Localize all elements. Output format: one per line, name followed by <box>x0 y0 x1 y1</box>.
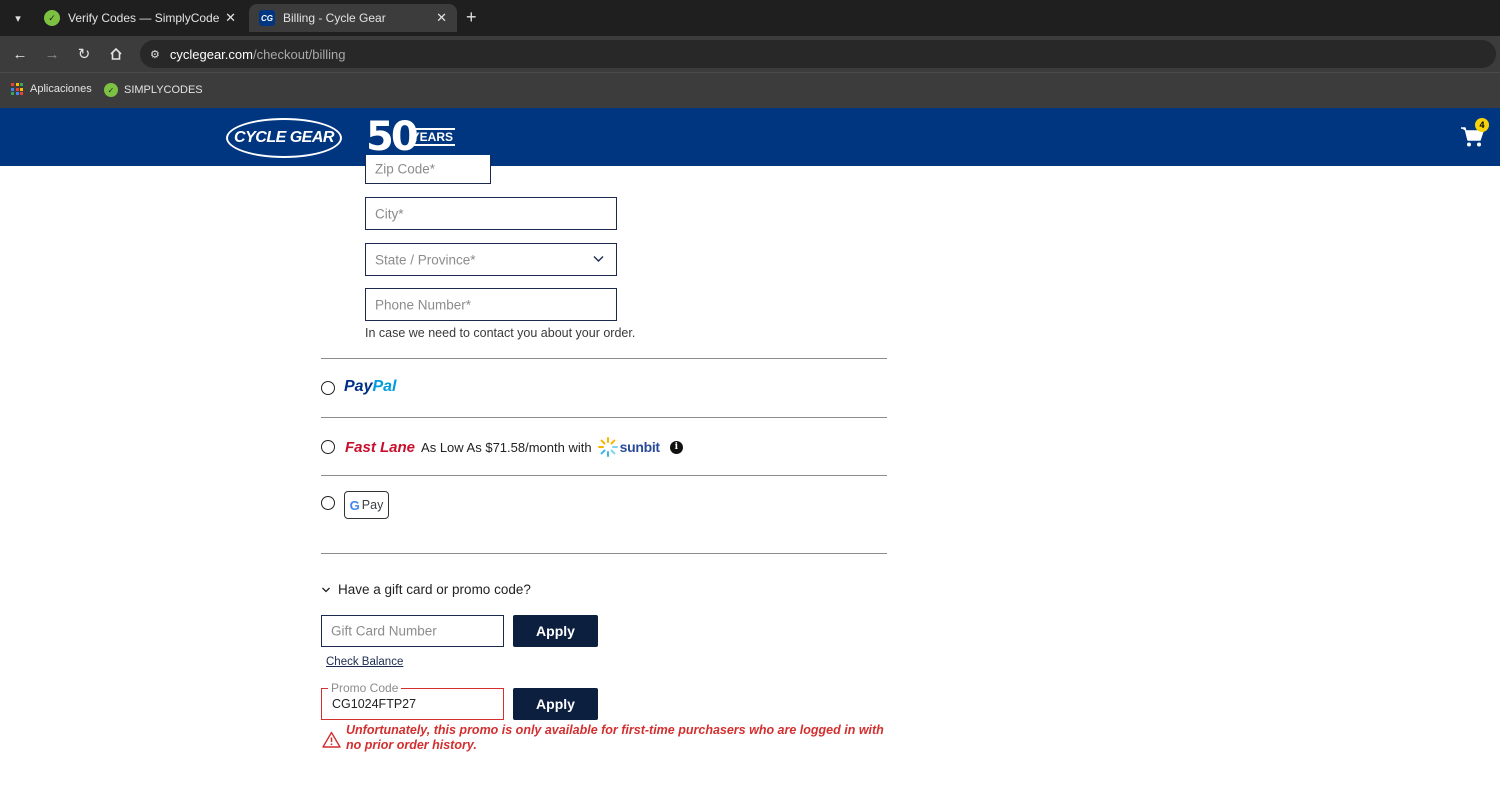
phone-number-field[interactable]: Phone Number* <box>365 288 617 321</box>
reload-icon[interactable]: ↻ <box>74 44 94 64</box>
simplycodes-icon: ✓ <box>104 83 118 97</box>
promo-code-label: Promo Code <box>328 681 402 695</box>
warning-icon <box>322 731 341 748</box>
gift-card-apply-button[interactable]: Apply <box>513 615 598 647</box>
zip-code-field[interactable]: Zip Code* <box>365 155 491 184</box>
site-settings-icon[interactable]: ⚙ <box>150 48 160 61</box>
divider <box>321 417 887 418</box>
divider <box>321 553 887 554</box>
address-bar[interactable]: ⚙ cyclegear.com/checkout/billing <box>140 40 1496 68</box>
info-icon[interactable]: i <box>669 440 683 454</box>
new-tab-plus-icon[interactable]: + <box>466 8 477 26</box>
tab-search-chevron-icon[interactable]: ▾ <box>8 8 28 28</box>
bookmarks-bar: Aplicaciones ✓ SIMPLYCODES <box>0 72 1500 108</box>
state-province-select[interactable]: State / Province* <box>365 243 617 276</box>
tab-simplycodes[interactable]: ✓ Verify Codes — SimplyCodes ✕ <box>34 4 246 32</box>
logo-text: CYCLE GEAR <box>234 129 334 146</box>
financing-text: As Low As $71.58/month with <box>421 439 592 455</box>
zip-placeholder: Zip Code* <box>375 161 436 177</box>
tab-title: Verify Codes — SimplyCodes <box>68 11 220 25</box>
divider <box>321 475 887 476</box>
promo-error-message: Unfortunately, this promo is only availa… <box>346 723 884 752</box>
tab-title: Billing - Cycle Gear <box>283 11 386 25</box>
tab-billing[interactable]: CG Billing - Cycle Gear ✕ <box>249 4 457 32</box>
close-icon[interactable]: ✕ <box>225 10 236 26</box>
gift-promo-toggle-label: Have a gift card or promo code? <box>338 582 531 597</box>
chevron-down-icon <box>322 587 330 592</box>
google-g-icon: G <box>349 497 360 513</box>
url-path: /checkout/billing <box>252 46 346 62</box>
apps-grid-icon <box>11 83 23 95</box>
anniversary-number: 50 <box>366 114 419 160</box>
phone-helper-text: In case we need to contact you about you… <box>365 326 636 340</box>
site-header: CYCLE GEAR 50 YEARS <box>0 108 1500 166</box>
paypal-logo[interactable]: PayPal <box>344 378 396 396</box>
paypal-pay: Pay <box>344 378 373 395</box>
forward-arrow-icon[interactable]: → <box>42 44 62 64</box>
browser-toolbar: ← → ↻ ⚙ cyclegear.com/checkout/billing <box>0 36 1500 72</box>
divider <box>321 358 887 359</box>
anniversary-word: YEARS <box>409 128 456 146</box>
fast-lane-option[interactable]: Fast Lane As Low As $71.58/month with su… <box>345 437 683 457</box>
close-icon[interactable]: ✕ <box>436 10 447 26</box>
cyclegear-icon: CG <box>259 10 275 26</box>
fifty-years-logo: 50 YEARS <box>366 114 456 160</box>
bookmark-label: SIMPLYCODES <box>124 84 203 96</box>
home-icon[interactable] <box>106 44 126 64</box>
browser-tab-bar: ▾ ✓ Verify Codes — SimplyCodes ✕ CG Bill… <box>0 0 1500 36</box>
fast-lane-label: Fast Lane <box>345 438 416 456</box>
bookmark-simplycodes[interactable]: ✓ SIMPLYCODES <box>104 83 203 97</box>
url-host: cyclegear.com <box>169 46 253 62</box>
sunbit-sun-icon <box>597 437 618 457</box>
state-placeholder: State / Province* <box>375 252 476 267</box>
bookmark-label: Aplicaciones <box>30 83 92 95</box>
city-placeholder: City* <box>375 206 404 221</box>
sunbit-text: sunbit <box>619 439 661 455</box>
cart-count-badge: 4 <box>1475 118 1489 132</box>
check-balance-link[interactable]: Check Balance <box>326 656 403 668</box>
cycle-gear-logo[interactable]: CYCLE GEAR <box>226 118 342 158</box>
phone-placeholder: Phone Number* <box>375 297 472 312</box>
simplycodes-icon: ✓ <box>44 10 60 26</box>
gift-card-placeholder: Gift Card Number <box>331 623 437 639</box>
gift-promo-toggle[interactable]: Have a gift card or promo code? <box>321 582 531 597</box>
back-arrow-icon[interactable]: ← <box>10 44 30 64</box>
gpay-label: Pay <box>361 498 384 512</box>
google-pay-logo[interactable]: G Pay <box>344 491 389 519</box>
gift-card-number-field[interactable]: Gift Card Number <box>321 615 504 647</box>
paypal-radio[interactable] <box>321 381 335 395</box>
city-field[interactable]: City* <box>365 197 617 230</box>
paypal-pal: Pal <box>372 378 397 395</box>
promo-apply-button[interactable]: Apply <box>513 688 598 720</box>
bookmark-aplicaciones[interactable]: Aplicaciones <box>11 83 92 95</box>
promo-code-value: CG1024FTP27 <box>332 697 417 711</box>
fast-lane-radio[interactable] <box>321 440 335 454</box>
sunbit-logo: sunbit <box>597 437 661 457</box>
chevron-down-icon <box>593 256 604 262</box>
google-pay-radio[interactable] <box>321 496 335 510</box>
